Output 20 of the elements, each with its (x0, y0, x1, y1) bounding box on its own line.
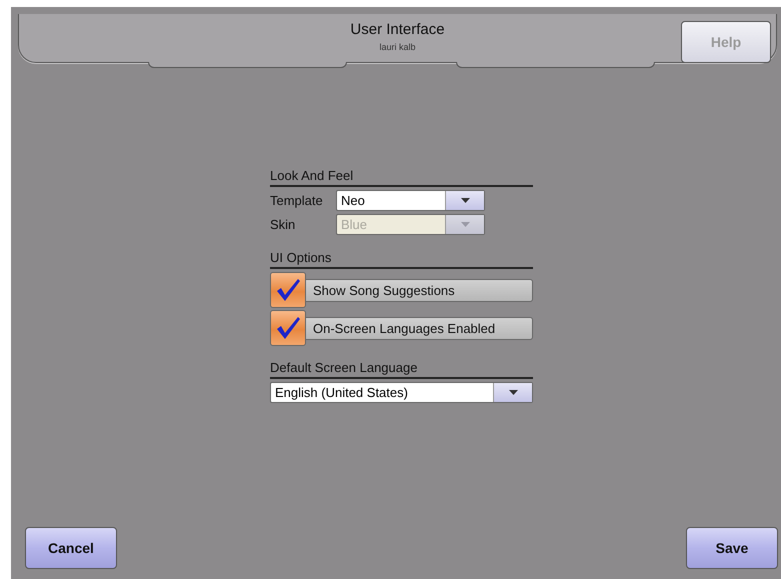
field-label: Skin (270, 217, 296, 232)
caret-icon (460, 222, 470, 227)
section-heading: Default Screen Language (270, 360, 418, 375)
dropdown[interactable]: Neo (336, 190, 485, 211)
window-title: User Interface (350, 21, 445, 38)
caret-icon (508, 390, 518, 395)
field-label: Template (270, 193, 324, 208)
cancel-button[interactable]: Cancel (25, 527, 117, 569)
checkbox[interactable] (270, 272, 306, 308)
save-button[interactable]: Save (686, 527, 778, 569)
dropdown[interactable]: English (United States) (270, 382, 533, 403)
checkmark-icon (275, 278, 301, 302)
caret-icon (460, 198, 470, 203)
option-label: On-Screen Languages Enabled (305, 316, 533, 340)
section-heading: UI Options (270, 250, 332, 265)
option-label: Show Song Suggestions (305, 278, 533, 302)
checkbox[interactable] (270, 310, 306, 346)
section-heading: Look And Feel (270, 168, 354, 183)
checkmark-icon (275, 316, 301, 340)
user-name: lauri kalb (379, 42, 416, 52)
